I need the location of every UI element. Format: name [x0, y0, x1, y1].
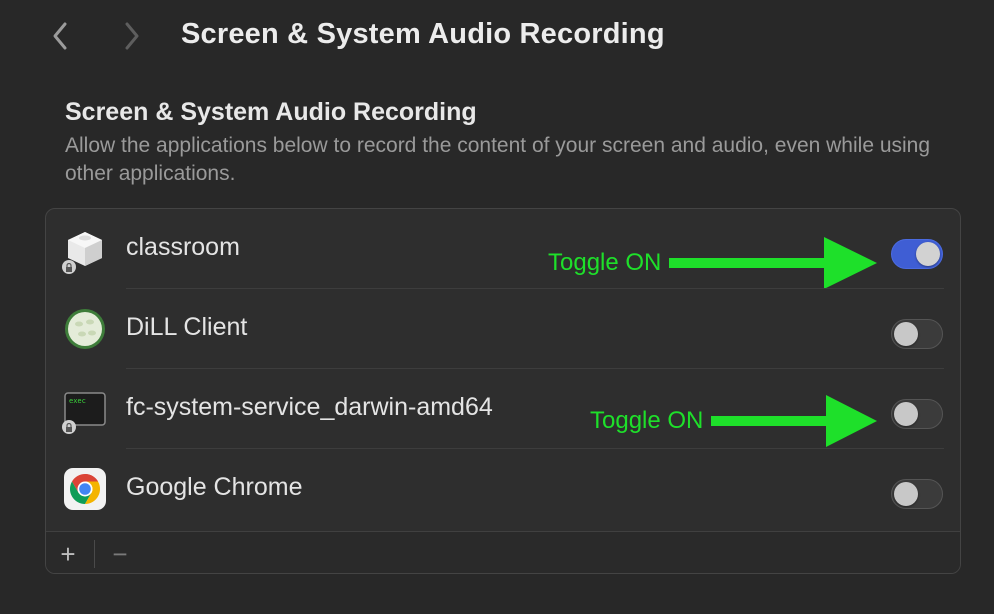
toolbar: Screen & System Audio Recording [0, 0, 994, 76]
app-row-dill-client: DiLL Client [46, 289, 960, 369]
window-title: Screen & System Audio Recording [181, 18, 665, 50]
permission-toggle[interactable] [891, 399, 943, 429]
section-description: Allow the applications below to record t… [65, 134, 931, 185]
dill-client-app-icon [64, 308, 106, 350]
annotation-label: Toggle ON [548, 249, 662, 276]
app-name: Google Chrome [126, 473, 303, 501]
annotation-toggle-on: Toggle ON [548, 237, 879, 289]
chrome-icon [64, 468, 106, 510]
annotation-label: Toggle ON [590, 407, 704, 434]
permission-toggle[interactable] [891, 239, 943, 269]
terminal-exec-icon: exec [62, 388, 106, 434]
lock-icon [62, 420, 76, 434]
app-row-fc-system-service: exec fc-system-service_darwin-amd64 Togg… [46, 369, 960, 449]
app-list: classroom Toggle ON DiLL Client exec fc-… [45, 208, 961, 574]
permission-toggle[interactable] [891, 479, 943, 509]
add-app-button[interactable]: + [52, 539, 84, 569]
terminal-exec-label: exec [69, 397, 86, 405]
chevron-right-icon [125, 22, 139, 50]
section-title: Screen & System Audio Recording [65, 98, 477, 126]
list-footer: + − [46, 531, 960, 573]
chevron-left-icon [53, 22, 67, 50]
arrow-right-icon [669, 237, 878, 289]
app-name: fc-system-service_darwin-amd64 [126, 393, 493, 421]
lock-icon [62, 260, 76, 274]
toggle-knob [894, 322, 918, 346]
permission-toggle[interactable] [891, 319, 943, 349]
footer-divider [94, 540, 95, 568]
arrow-right-icon [711, 395, 878, 447]
app-row-classroom: classroom Toggle ON [46, 209, 960, 289]
toggle-knob [916, 242, 940, 266]
remove-app-button[interactable]: − [104, 539, 136, 569]
app-name: DiLL Client [126, 313, 248, 341]
back-button[interactable] [40, 16, 80, 56]
forward-button[interactable] [112, 16, 152, 56]
toggle-knob [894, 402, 918, 426]
toggle-knob [894, 482, 918, 506]
app-row-google-chrome: Google Chrome [46, 449, 960, 529]
app-name: classroom [126, 233, 240, 261]
classroom-app-icon [62, 228, 106, 274]
annotation-toggle-on: Toggle ON [590, 395, 879, 447]
